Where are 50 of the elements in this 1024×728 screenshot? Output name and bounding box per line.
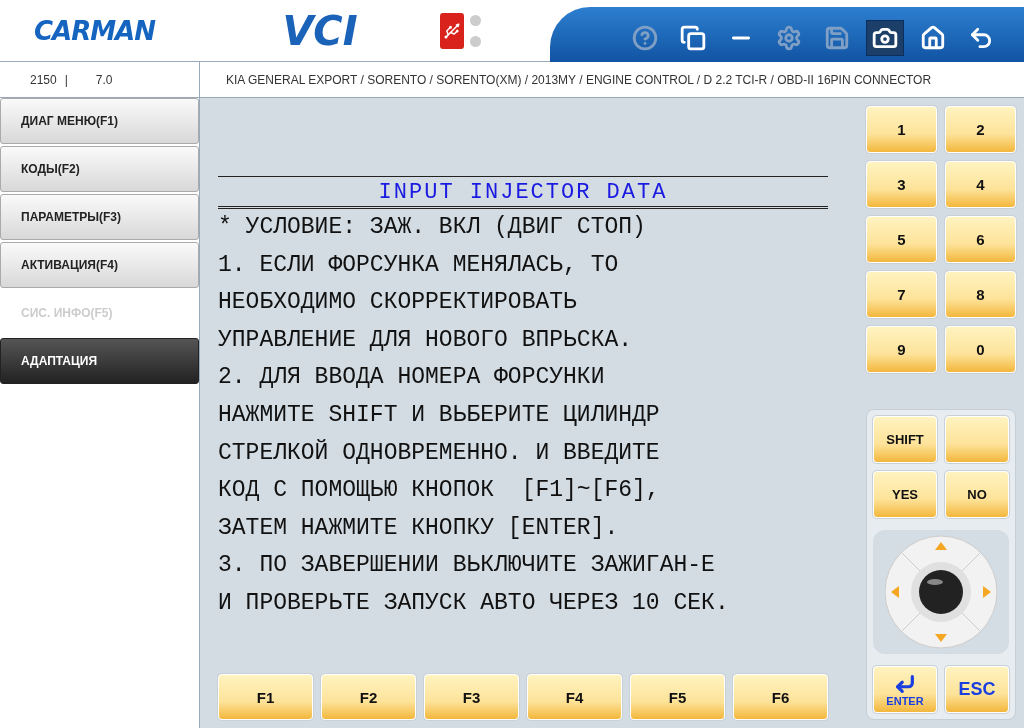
control-key[interactable]: NO: [945, 471, 1009, 518]
instruction-line: СТРЕЛКОЙ ОДНОВРЕМЕННО. И ВВЕДИТЕ: [218, 438, 661, 468]
function-key[interactable]: F2: [321, 674, 416, 720]
status-light: [470, 35, 481, 47]
usb-icon: [440, 12, 464, 49]
instruction-line: УПРАВЛЕНИЕ ДЛЯ НОВОГО ВПРЬСКА.: [218, 325, 634, 355]
sidebar-item[interactable]: КОДЫ(F2): [0, 146, 199, 192]
code-number: 2150: [30, 72, 57, 87]
separator: |: [64, 72, 68, 87]
number-key[interactable]: 9: [866, 326, 937, 373]
instruction-line: И ПРОВЕРЬТЕ ЗАПУСК АВТО ЧЕРЕЗ 10 СЕК.: [218, 588, 730, 618]
instruction-line: ЗАТЕМ НАЖМИТЕ КНОПКУ [ENTER].: [218, 513, 620, 543]
instruction-line: * УСЛОВИЕ: ЗАЖ. ВКЛ (ДВИГ СТОП): [218, 213, 647, 242]
number-key[interactable]: 0: [945, 326, 1016, 373]
number-key[interactable]: 1: [866, 106, 937, 153]
vehicle-path: KIA GENERAL EXPORT / SORENTO / SORENTO(XM) / 2013MY / ENGINE CONTROL / D 2.2 TCI-R / OBD-II 16PIN CONNECTOR: [226, 72, 932, 87]
esc-key[interactable]: ESC: [945, 666, 1009, 713]
number-key[interactable]: 2: [945, 106, 1016, 153]
version-number: 7.0: [95, 72, 113, 87]
function-key[interactable]: F6: [733, 674, 828, 720]
instruction-line: 3. ПО ЗАВЕРШЕНИИ ВЬКЛЮЧИТЕ ЗАЖИГАН-Е: [218, 551, 716, 581]
number-key[interactable]: 3: [866, 161, 937, 208]
function-key[interactable]: F3: [424, 674, 519, 720]
status-light: [470, 14, 481, 26]
number-key[interactable]: 5: [866, 216, 937, 263]
instruction-line: НАЖМИТЕ SHIFT И ВЬБЕРИТЕ ЦИЛИНДР: [218, 400, 661, 430]
number-key[interactable]: 6: [945, 216, 1016, 263]
sidebar-item[interactable]: АКТИВАЦИЯ(F4): [0, 242, 199, 288]
number-key[interactable]: 8: [945, 271, 1016, 318]
number-key[interactable]: 4: [945, 161, 1016, 208]
instruction-line: 1. ЕСЛИ ФОРСУНКА МЕНЯЛАСЬ, ТО: [218, 250, 620, 280]
sidebar-item[interactable]: ДИАГ МЕНЮ(F1): [0, 98, 199, 144]
number-key[interactable]: 7: [866, 271, 937, 318]
control-key[interactable]: SHIFT: [873, 416, 937, 463]
enter-arrow-icon: [894, 672, 916, 695]
function-key[interactable]: F5: [630, 674, 725, 720]
product-title: VCI: [281, 7, 359, 54]
instruction-line: НЕОБХОДИМО СКОРРЕКТИРОВАТЬ: [218, 288, 578, 318]
sidebar-item[interactable]: ПАРАМЕТРЫ(F3): [0, 194, 199, 240]
screen-title: INPUT INJECTOR DATA: [218, 176, 828, 209]
control-key[interactable]: YES: [873, 471, 937, 518]
instruction-line: КОД С ПОМОЩЬЮ КНОПОК [F1]~[F6],: [218, 476, 661, 506]
function-key[interactable]: F1: [218, 674, 313, 720]
camera-icon[interactable]: [866, 19, 904, 56]
enter-key[interactable]: ENTER: [873, 666, 937, 713]
function-key[interactable]: F4: [527, 674, 622, 720]
carman-logo: CARMAN: [33, 15, 157, 46]
sidebar-item[interactable]: АДАПТАЦИЯ: [0, 338, 199, 384]
joystick-dpad-icon[interactable]: [883, 534, 999, 650]
instruction-line: 2. ДЛЯ ВВОДА НОМЕРА ФОРСУНКИ: [218, 363, 606, 393]
